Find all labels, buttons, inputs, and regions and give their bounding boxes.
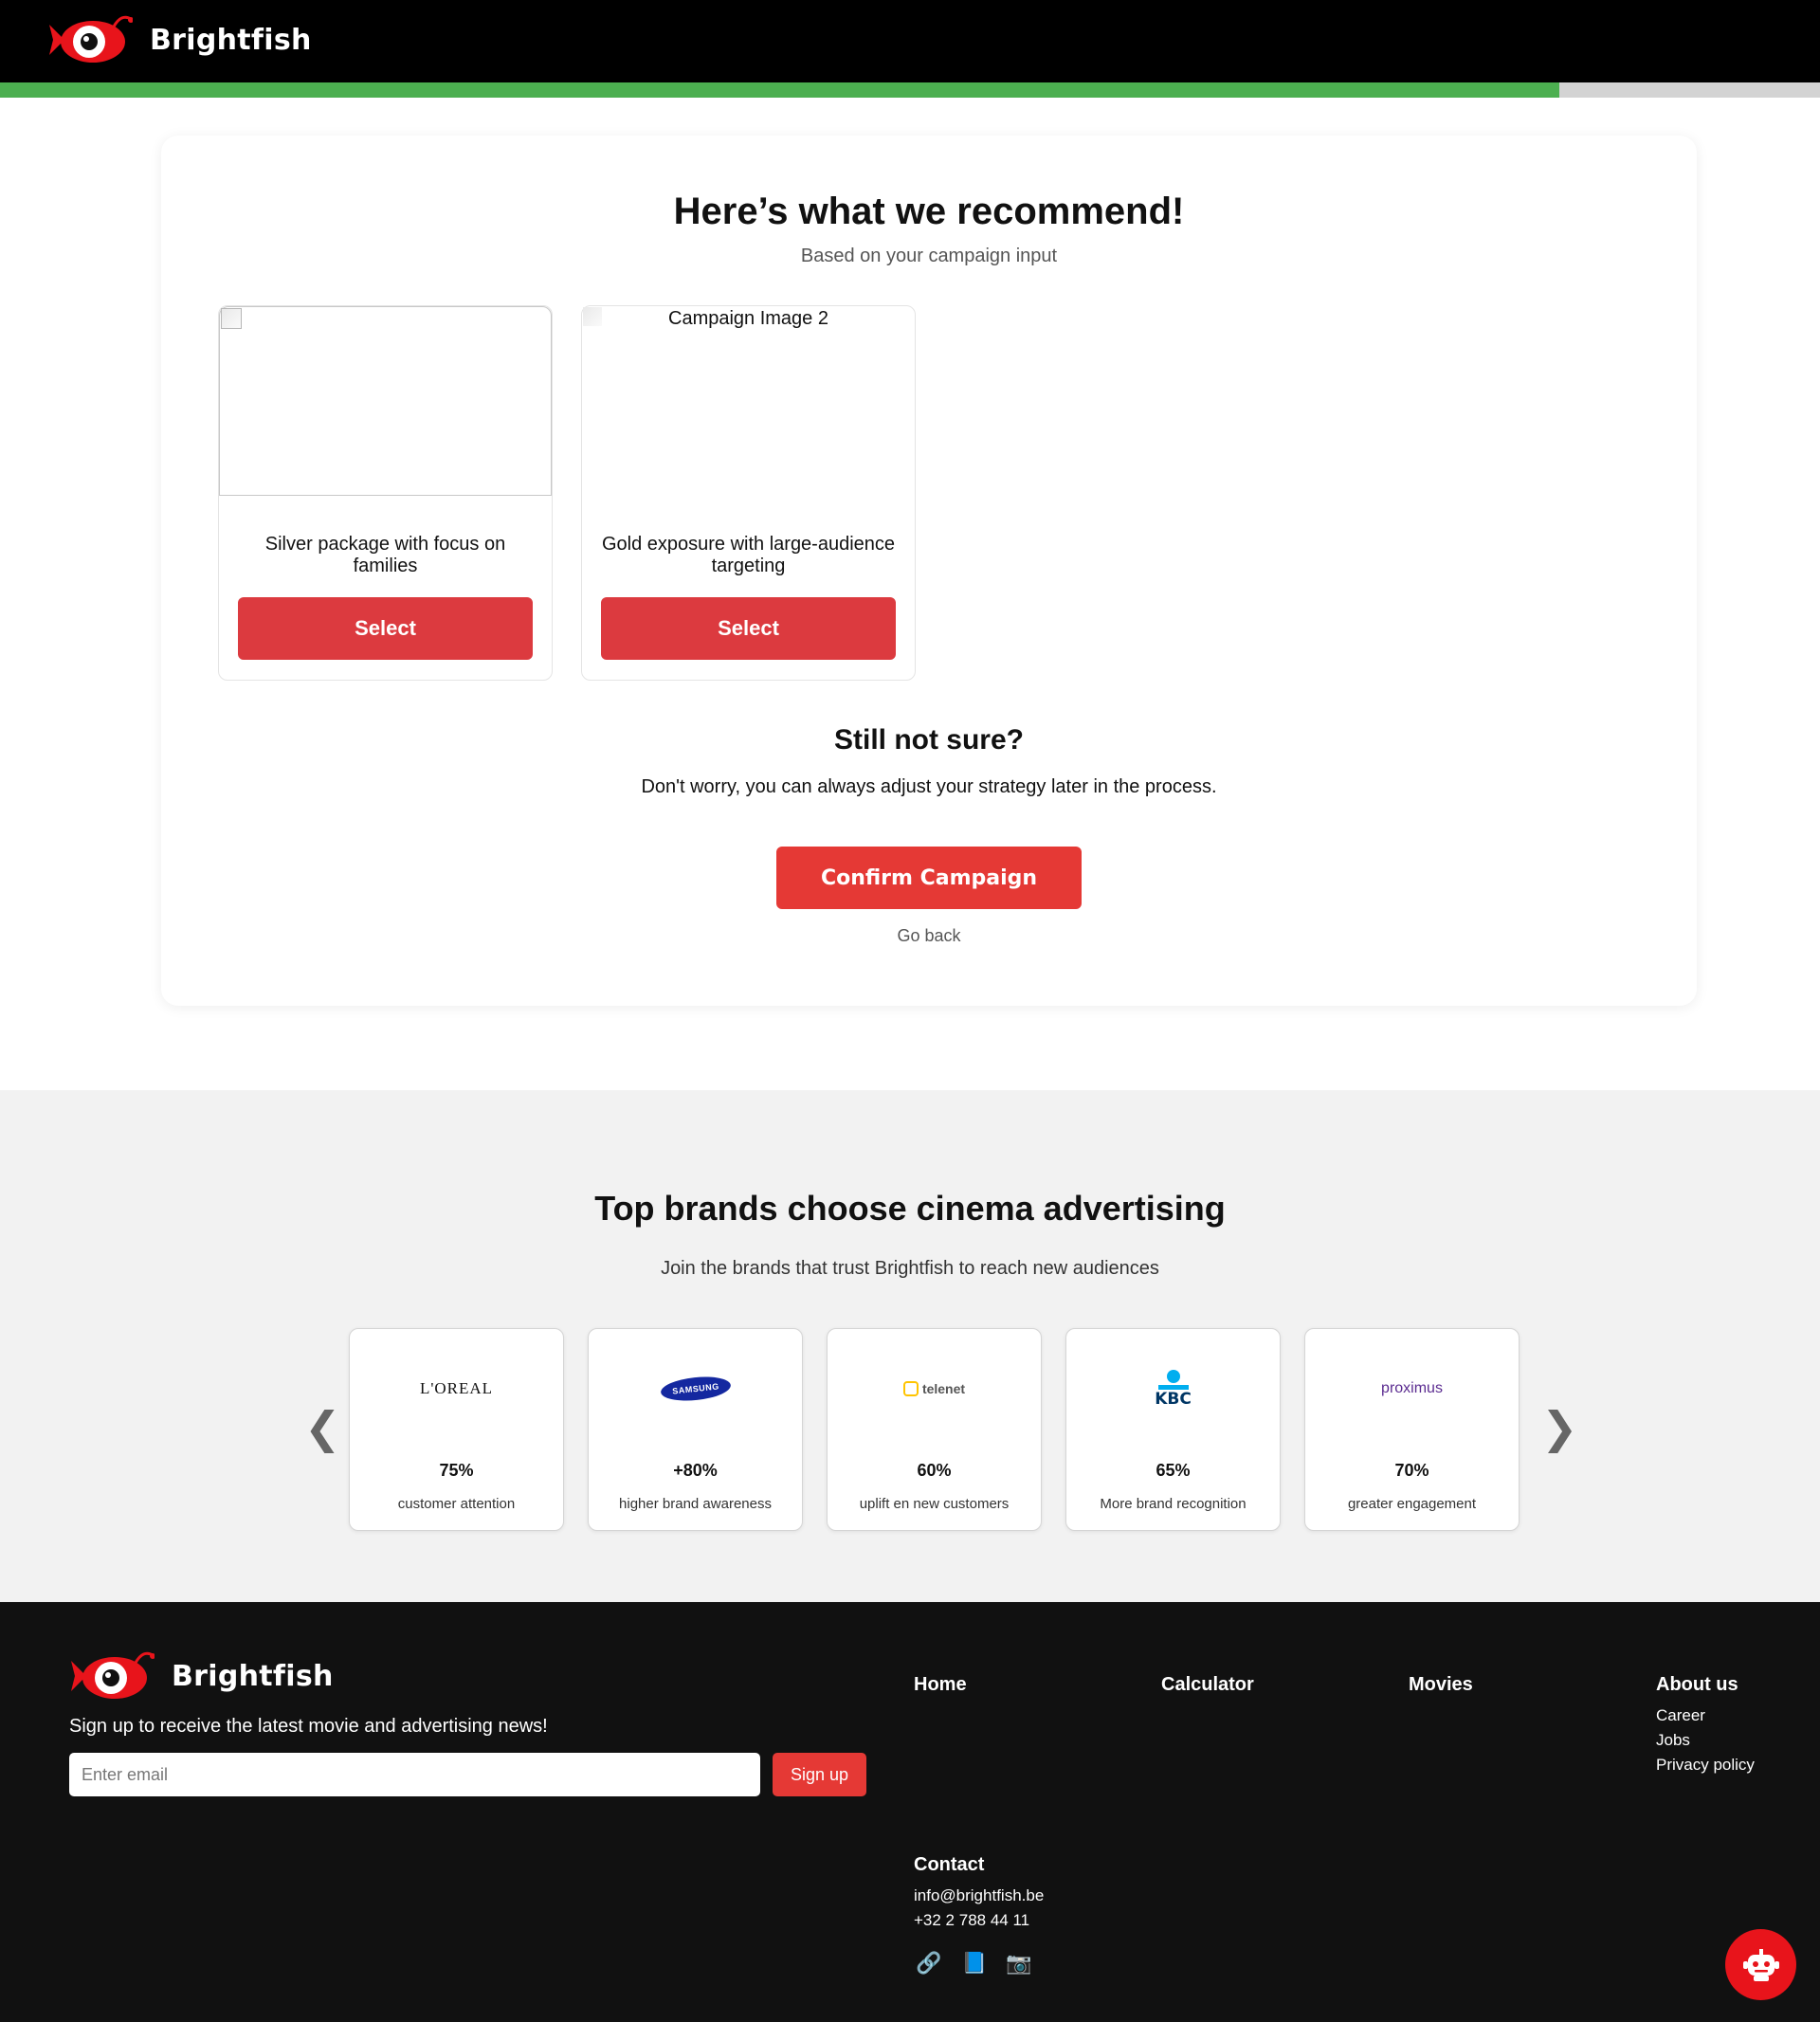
footer-nav-movies[interactable]: Movies	[1409, 1674, 1473, 1696]
book-icon[interactable]: 📘	[961, 1951, 987, 1976]
link-icon[interactable]: 🔗	[916, 1951, 941, 1976]
brand-stat: 65%	[1156, 1461, 1191, 1480]
image-alt-text: Campaign Image 2	[668, 308, 828, 329]
footer-brand-name: Brightfish	[172, 1659, 334, 1693]
top-header: Brightfish	[0, 0, 1820, 82]
brand-name: Brightfish	[150, 23, 312, 57]
footer-brand-logo[interactable]: Brightfish	[69, 1649, 334, 1703]
brand-logo[interactable]: Brightfish	[47, 13, 312, 66]
brand-stat-label: greater engagement	[1347, 1496, 1477, 1512]
site-footer: Brightfish Sign up to receive the latest…	[0, 1602, 1820, 2022]
camera-icon[interactable]: 📷	[1006, 1951, 1031, 1976]
brand-stat: 60%	[917, 1461, 952, 1480]
go-back-link[interactable]: Go back	[161, 926, 1697, 946]
brand-stat-label: More brand recognition	[1100, 1496, 1247, 1512]
contact-heading: Contact	[914, 1854, 985, 1875]
loreal-logo-text: L'OREAL	[419, 1379, 494, 1397]
loreal-logo: L'OREAL	[350, 1365, 563, 1412]
brand-stat-label: uplift en new customers	[859, 1496, 1010, 1512]
brands-lead: Join the brands that trust Brightfish to…	[661, 1258, 1159, 1279]
recommendation-card: Here’s what we recommend! Based on your …	[161, 136, 1697, 1006]
brand-card-kbc: KBC 65% More brand recognition	[1065, 1328, 1281, 1531]
progress-fill	[0, 82, 1560, 98]
proximus-logo-text: proximus	[1381, 1380, 1443, 1396]
footer-nav-home[interactable]: Home	[914, 1674, 967, 1696]
fish-logo-icon	[71, 1651, 155, 1699]
samsung-logo-text: SAMSUNG	[671, 1381, 719, 1396]
brand-card-telenet: telenet 60% uplift en new customers	[827, 1328, 1042, 1531]
chatbot-button[interactable]	[1725, 1929, 1796, 2000]
brand-stat-label: higher brand awareness	[619, 1496, 772, 1512]
telenet-logo: telenet	[828, 1365, 1041, 1412]
carousel-prev-icon[interactable]: ❮	[304, 1406, 341, 1449]
select-button[interactable]: Select	[601, 597, 896, 660]
carousel-next-icon[interactable]: ❯	[1541, 1406, 1578, 1449]
still-not-sure-text: Don't worry, you can always adjust your …	[641, 776, 1217, 797]
telenet-logo-icon	[902, 1381, 919, 1396]
contact-email[interactable]: info@brightfish.be	[914, 1886, 1044, 1905]
page-title: Here’s what we recommend!	[673, 191, 1185, 232]
broken-image-icon	[221, 308, 242, 329]
brand-card-samsung: SAMSUNG +80% higher brand awareness	[588, 1328, 803, 1531]
robot-icon	[1742, 1948, 1779, 1981]
package-description: Gold exposure with large-audience target…	[601, 534, 896, 576]
footer-nav-calculator[interactable]: Calculator	[1161, 1674, 1254, 1696]
samsung-logo-oval: SAMSUNG	[659, 1374, 732, 1404]
package-card-gold: Campaign Image 2 Gold exposure with larg…	[581, 305, 916, 681]
kbc-logo: KBC	[1066, 1365, 1280, 1412]
package-image: Campaign Image 2	[582, 306, 915, 496]
progress-bar	[0, 82, 1820, 98]
footer-link-career[interactable]: Career	[1656, 1706, 1705, 1725]
confirm-campaign-button[interactable]: Confirm Campaign	[776, 847, 1082, 909]
package-image	[219, 306, 552, 496]
package-description: Silver package with focus on families	[264, 534, 506, 576]
signup-button[interactable]: Sign up	[773, 1753, 866, 1796]
telenet-logo-text: telenet	[921, 1381, 966, 1396]
brand-card-proximus: proximus 70% greater engagement	[1304, 1328, 1520, 1531]
kbc-logo-dot	[1166, 1370, 1180, 1383]
brand-card-loreal: L'OREAL 75% customer attention	[349, 1328, 564, 1531]
page-subtitle: Based on your campaign input	[800, 246, 1058, 266]
brand-stat-label: customer attention	[397, 1496, 516, 1512]
brands-title: Top brands choose cinema advertising	[594, 1189, 1226, 1228]
footer-link-privacy[interactable]: Privacy policy	[1656, 1756, 1755, 1775]
footer-link-jobs[interactable]: Jobs	[1656, 1731, 1690, 1750]
email-input[interactable]	[69, 1753, 760, 1796]
brand-stat: 75%	[439, 1461, 474, 1480]
still-not-sure-heading: Still not sure?	[833, 724, 1024, 756]
brands-section: Top brands choose cinema advertising Joi…	[0, 1090, 1820, 1602]
newsletter-text: Sign up to receive the latest movie and …	[69, 1716, 548, 1737]
kbc-logo-text: KBC	[1155, 1390, 1192, 1409]
proximus-logo: proximus	[1305, 1365, 1519, 1412]
package-card-silver: Silver package with focus on families Se…	[218, 305, 553, 681]
select-button[interactable]: Select	[238, 597, 533, 660]
samsung-logo: SAMSUNG	[589, 1365, 802, 1412]
brand-stat: +80%	[673, 1461, 718, 1480]
fish-logo-icon	[49, 15, 133, 63]
footer-nav-about[interactable]: About us	[1656, 1674, 1738, 1696]
contact-phone[interactable]: +32 2 788 44 11	[914, 1911, 1029, 1930]
brand-stat: 70%	[1394, 1461, 1429, 1480]
